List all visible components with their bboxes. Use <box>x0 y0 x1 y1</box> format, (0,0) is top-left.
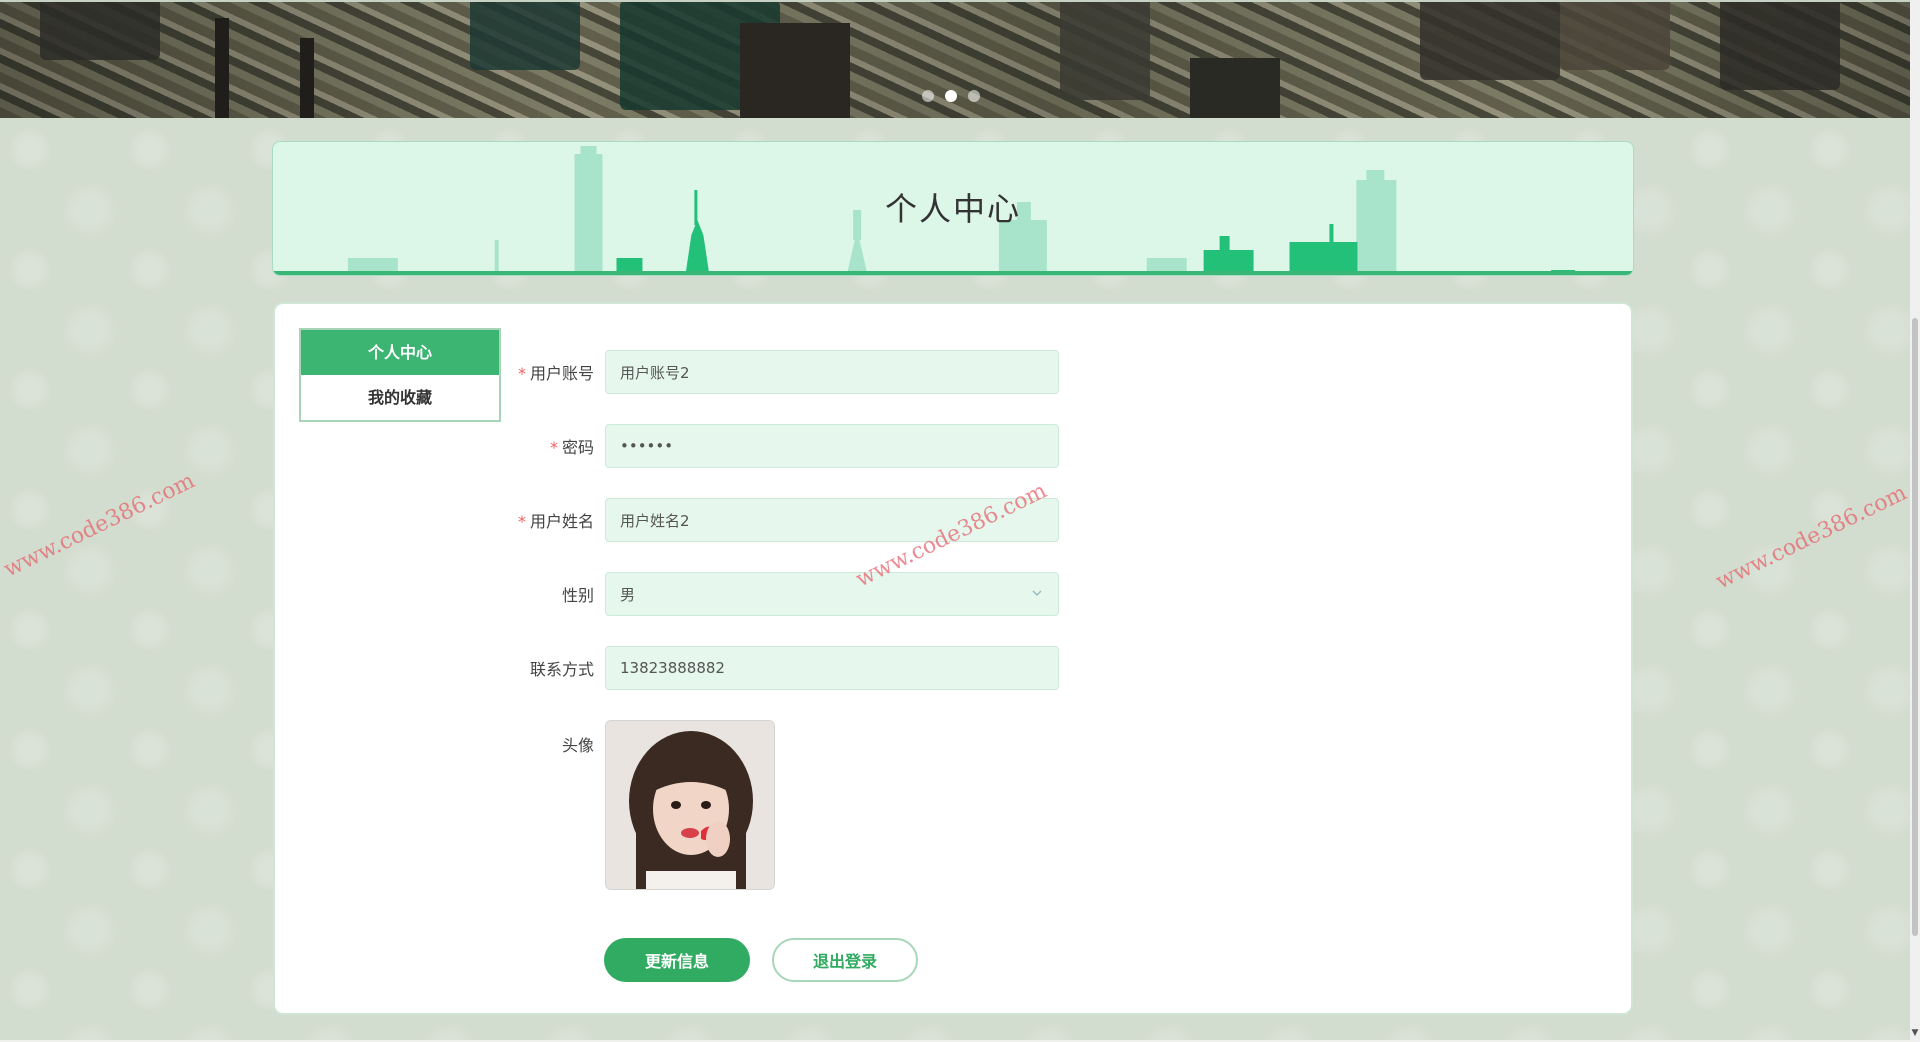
gender-select[interactable]: 男 <box>605 572 1059 616</box>
page-title: 个人中心 <box>884 190 1021 228</box>
banner-carousel <box>0 0 1910 118</box>
menu-item-personal-center[interactable]: 个人中心 <box>301 330 499 375</box>
password-input[interactable]: •••••• <box>605 424 1059 468</box>
top-border <box>0 0 1910 2</box>
banner-figure <box>1720 0 1840 90</box>
profile-card: 个人中心 我的收藏 * 用户账号 用户账号2 * 密码 •••••• * 用户姓名 用… <box>273 302 1633 1015</box>
form-row-avatar: 头像 <box>505 720 775 890</box>
menu-item-my-favorites[interactable]: 我的收藏 <box>301 375 499 420</box>
carousel-dot-3[interactable] <box>968 90 980 102</box>
banner-chair <box>1190 58 1280 118</box>
carousel-dot-2[interactable] <box>945 90 957 102</box>
carousel-dot-1[interactable] <box>922 90 934 102</box>
banner-chair-leg <box>215 18 229 118</box>
banner-figure <box>1420 0 1560 80</box>
name-label: * 用户姓名 <box>517 512 594 531</box>
form-row-password: * 密码 •••••• <box>505 424 1059 468</box>
avatar-upload[interactable] <box>605 720 775 890</box>
banner-figure <box>1060 0 1150 100</box>
banner-chair-leg <box>300 38 314 118</box>
username-label: * 用户账号 <box>517 364 594 383</box>
banner-figure <box>1560 0 1670 70</box>
contact-input[interactable]: 13823888882 <box>605 646 1059 690</box>
header-card: 个人中心 <box>272 141 1634 276</box>
chevron-down-icon <box>1032 590 1042 597</box>
username-input[interactable]: 用户账号2 <box>605 350 1059 394</box>
side-menu: 个人中心 我的收藏 <box>299 328 501 422</box>
update-info-button[interactable]: 更新信息 <box>604 938 750 982</box>
form-row-username: * 用户账号 用户账号2 <box>505 350 1059 394</box>
header-underline <box>273 271 1633 275</box>
scrollbar-thumb[interactable] <box>1912 318 1918 936</box>
name-input[interactable]: 用户姓名2 <box>605 498 1059 542</box>
page-scrollbar[interactable]: ▼ <box>1910 0 1920 1042</box>
required-mark: * <box>549 438 558 457</box>
carousel-indicators <box>922 90 980 102</box>
form-row-contact: 联系方式 13823888882 <box>505 646 1059 690</box>
avatar-label: 头像 <box>561 736 594 755</box>
contact-label: 联系方式 <box>529 660 594 679</box>
required-mark: * <box>517 512 526 531</box>
banner-figure <box>470 0 580 70</box>
password-label: * 密码 <box>549 438 594 457</box>
banner-chair <box>740 23 850 118</box>
banner-figure <box>40 0 160 60</box>
avatar-image <box>606 721 774 889</box>
logout-button[interactable]: 退出登录 <box>772 938 918 982</box>
gender-selected-value: 男 <box>620 585 636 604</box>
required-mark: * <box>517 364 526 383</box>
gender-label: 性别 <box>561 586 594 605</box>
scroll-down-arrow-icon[interactable]: ▼ <box>1910 1028 1920 1038</box>
form-row-gender: 性别 男 <box>505 572 1059 616</box>
form-row-name: * 用户姓名 用户姓名2 <box>505 498 1059 542</box>
